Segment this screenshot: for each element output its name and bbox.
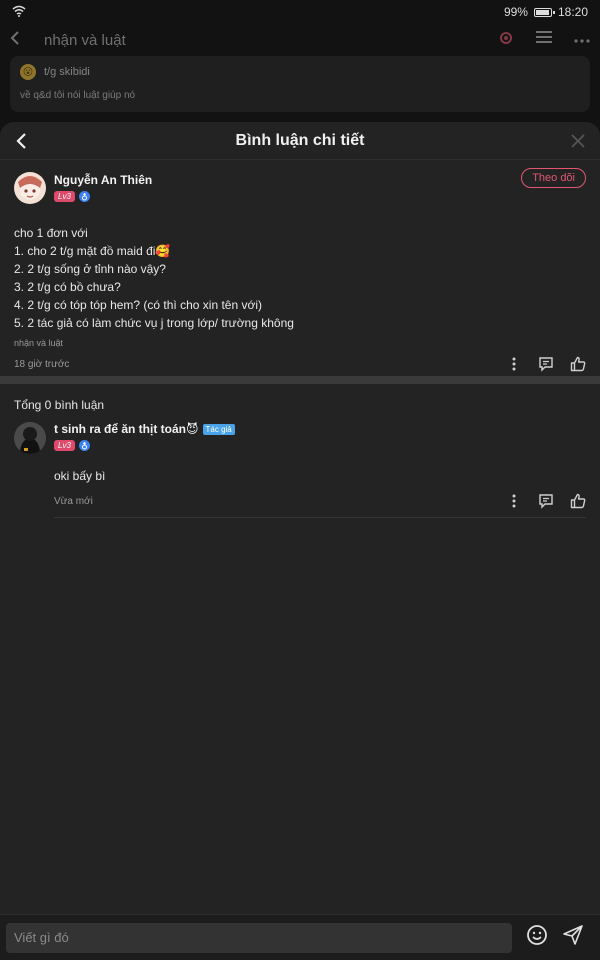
sheet-header: Bình luận chi tiết [0, 122, 600, 160]
more-vertical-icon[interactable] [506, 493, 522, 509]
battery-icon [533, 7, 555, 17]
close-icon[interactable] [570, 133, 586, 149]
reply-text: oki bấy bì [54, 469, 106, 483]
background-page: nhận và luật 😮 t/g skibidi về q&d tôi nó… [0, 24, 600, 124]
list-icon[interactable] [536, 30, 552, 51]
emoji-avatar-icon: 😮 [20, 64, 36, 80]
emoji-icon[interactable] [526, 924, 548, 951]
level-badge: Lv3 [54, 191, 75, 202]
section-divider [0, 376, 600, 384]
more-icon[interactable] [574, 30, 590, 51]
post-author: t/g skibidi [44, 66, 90, 78]
replies-count: Tổng 0 bình luận [14, 398, 105, 412]
male-icon [78, 191, 90, 202]
comment-detail-sheet: Bình luận chi tiết Nguyễn An Thiên Lv3 T… [0, 122, 600, 960]
like-icon[interactable] [570, 356, 586, 372]
level-badge: Lv3 [54, 440, 75, 451]
back-icon[interactable] [10, 30, 20, 50]
comment-line: 2. 2 t/g sống ở tỉnh nào vậy? [14, 262, 166, 276]
sheet-title: Bình luận chi tiết [235, 131, 365, 149]
list-item: t sinh ra để ăn thịt toán😈 Tác giả Lv3 o… [14, 422, 586, 518]
post-card[interactable]: 😮 t/g skibidi về q&d tôi nói luật giúp n… [10, 56, 590, 112]
reply-icon[interactable] [538, 493, 554, 509]
follow-button[interactable]: Theo dõi [521, 168, 586, 188]
comment-input[interactable] [6, 922, 512, 953]
battery-percent: 99% [503, 5, 528, 19]
author-name[interactable]: Nguyễn An Thiên [54, 173, 152, 187]
replies-section: Tổng 0 bình luận t sinh ra để ăn thịt to… [0, 384, 600, 518]
author-tag-badge: Tác giả [202, 423, 235, 435]
comment-line: cho 1 đơn với [14, 226, 88, 240]
status-bar: 99% 18:20 [0, 0, 600, 24]
comment-line: 5. 2 tác giả có làm chức vụ j trong lớp/… [14, 316, 294, 330]
reply-icon[interactable] [538, 356, 554, 372]
post-text: về q&d tôi nói luật giúp nó [20, 90, 136, 101]
avatar[interactable] [14, 422, 46, 454]
comment-input-bar [0, 914, 600, 960]
male-icon [78, 440, 90, 451]
back-icon[interactable] [12, 131, 32, 151]
comment-time: 18 giờ trước [14, 358, 70, 370]
comment-line: 4. 2 t/g có tóp tóp hem? (có thì cho xin… [14, 298, 262, 312]
reply-time: Vừa mới [54, 495, 93, 507]
send-icon[interactable] [562, 924, 584, 951]
wifi-icon [12, 5, 26, 20]
comment-body: cho 1 đơn với 1. cho 2 t/g mặt đồ maid đ… [14, 224, 586, 332]
reply-author-name[interactable]: t sinh ra để ăn thịt toán😈 [54, 422, 199, 436]
clock: 18:20 [557, 5, 588, 19]
comment-line: 3. 2 t/g có bồ chưa? [14, 280, 121, 294]
gear-icon[interactable] [498, 30, 514, 51]
main-comment: Nguyễn An Thiên Lv3 Theo dõi cho 1 đơn v… [0, 160, 600, 376]
comment-source[interactable]: nhận và luật [14, 338, 586, 348]
comment-line: 1. cho 2 t/g mặt đồ maid đi🥰 [14, 244, 171, 258]
more-vertical-icon[interactable] [506, 356, 522, 372]
page-title: nhận và luật [44, 31, 126, 49]
avatar[interactable] [14, 172, 46, 204]
like-icon[interactable] [570, 493, 586, 509]
